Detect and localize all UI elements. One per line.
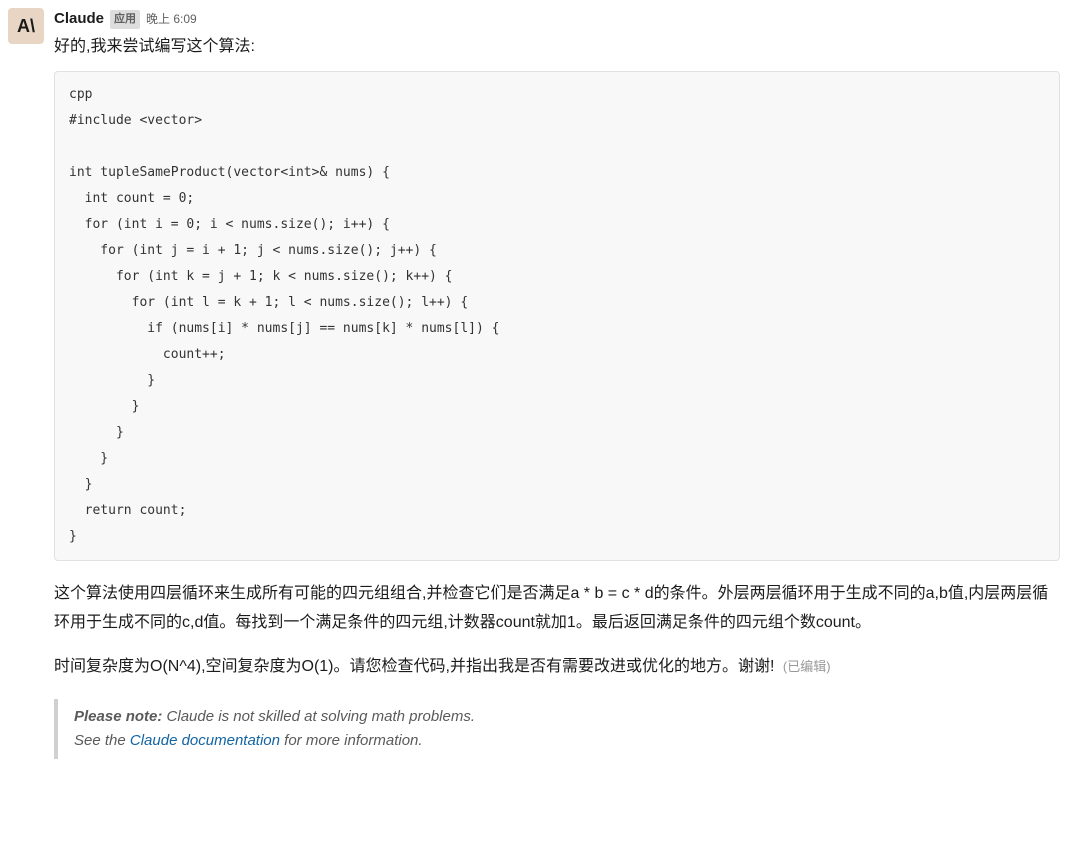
note-suffix: for more information. (280, 732, 423, 749)
note-line-1: Please note: Claude is not skilled at so… (74, 705, 1060, 729)
documentation-link[interactable]: Claude documentation (130, 732, 280, 749)
note-text-1: Claude is not skilled at solving math pr… (162, 708, 475, 725)
message-container: A\ Claude 应用 晚上 6:09 好的,我来尝试编写这个算法: cpp … (8, 8, 1060, 759)
note-label: Please note: (74, 708, 162, 725)
avatar[interactable]: A\ (8, 8, 44, 44)
app-badge: 应用 (110, 10, 140, 29)
message-header: Claude 应用 晚上 6:09 (54, 8, 1060, 31)
intro-text: 好的,我来尝试编写这个算法: (54, 35, 1060, 59)
complexity-text: 时间复杂度为O(N^4),空间复杂度为O(1)。请您检查代码,并指出我是否有需要… (54, 652, 1060, 682)
edited-label: (已编辑) (783, 659, 831, 674)
note-block: Please note: Claude is not skilled at so… (54, 699, 1060, 759)
note-line-2: See the Claude documentation for more in… (74, 729, 1060, 753)
note-prefix: See the (74, 732, 130, 749)
message-body: 好的,我来尝试编写这个算法: cpp #include <vector> int… (54, 35, 1060, 760)
complexity-body: 时间复杂度为O(N^4),空间复杂度为O(1)。请您检查代码,并指出我是否有需要… (54, 658, 774, 675)
explanation-text: 这个算法使用四层循环来生成所有可能的四元组组合,并检查它们是否满足a * b =… (54, 579, 1060, 638)
author-name[interactable]: Claude (54, 8, 104, 31)
code-block[interactable]: cpp #include <vector> int tupleSameProdu… (54, 71, 1060, 561)
message-content: Claude 应用 晚上 6:09 好的,我来尝试编写这个算法: cpp #in… (54, 8, 1060, 759)
timestamp[interactable]: 晚上 6:09 (146, 10, 197, 28)
